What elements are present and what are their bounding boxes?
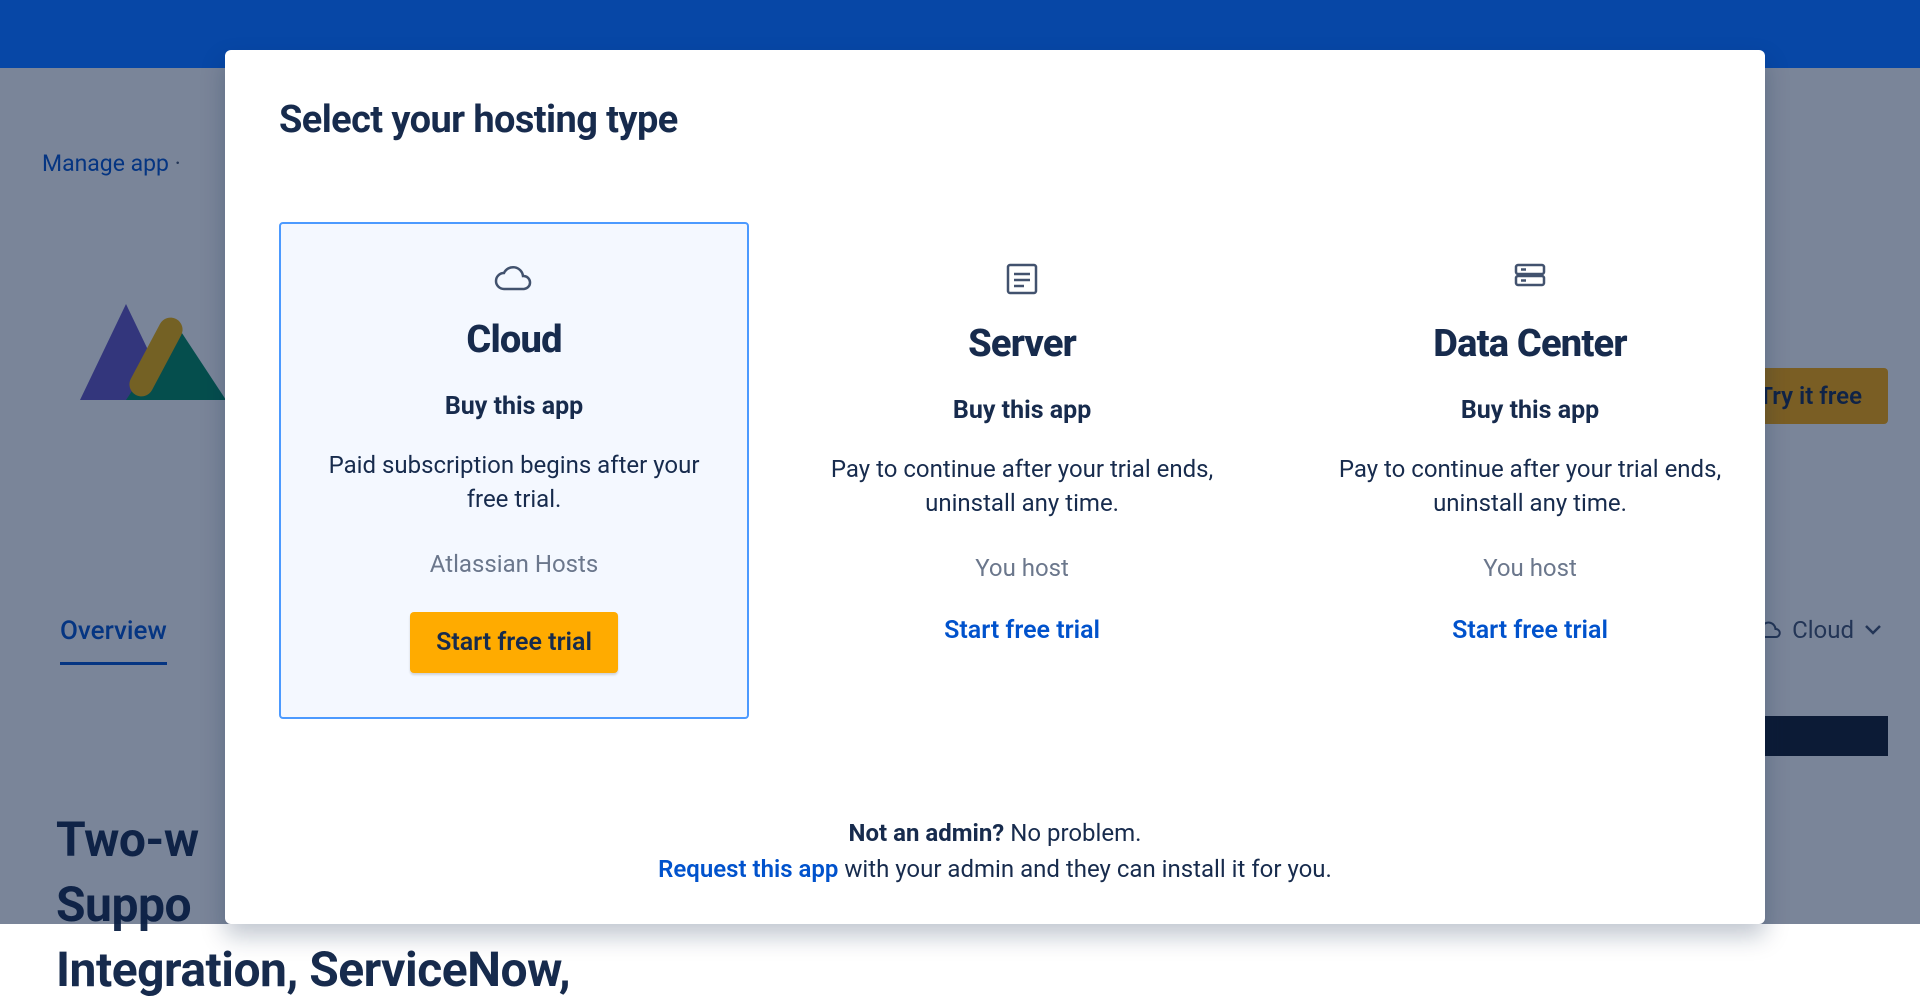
not-admin-label: Not an admin? (849, 819, 1005, 847)
modal-title: Select your hosting type (279, 98, 1765, 142)
not-admin-rest: No problem. (1004, 819, 1141, 847)
hosting-option-server[interactable]: Server Buy this app Pay to continue afte… (787, 222, 1257, 719)
hosting-option-data-center[interactable]: Data Center Buy this app Pay to continue… (1295, 222, 1765, 719)
option-host: You host (821, 554, 1223, 582)
option-desc: Pay to continue after your trial ends, u… (1329, 453, 1731, 520)
hosting-option-cloud[interactable]: Cloud Buy this app Paid subscription beg… (279, 222, 749, 719)
start-free-trial-button[interactable]: Start free trial (410, 612, 618, 673)
option-subhead: Buy this app (1329, 396, 1731, 425)
server-icon (821, 262, 1223, 300)
option-title: Server (821, 322, 1223, 366)
start-free-trial-link[interactable]: Start free trial (944, 616, 1100, 645)
option-desc: Paid subscription begins after your free… (315, 449, 713, 516)
hosting-options: Cloud Buy this app Paid subscription beg… (279, 222, 1765, 719)
start-free-trial-link[interactable]: Start free trial (1452, 616, 1608, 645)
option-host: Atlassian Hosts (315, 550, 713, 578)
option-desc: Pay to continue after your trial ends, u… (821, 453, 1223, 520)
option-title: Data Center (1329, 322, 1731, 366)
request-app-link[interactable]: Request this app (658, 855, 838, 883)
option-title: Cloud (315, 318, 713, 362)
option-subhead: Buy this app (821, 396, 1223, 425)
request-rest: with your admin and they can install it … (838, 855, 1331, 883)
headline-line-3: Integration, ServiceNow, (56, 938, 570, 1002)
hosting-modal: Select your hosting type Cloud Buy this … (225, 50, 1765, 924)
data-center-icon (1329, 262, 1731, 300)
option-host: You host (1329, 554, 1731, 582)
cloud-icon (315, 264, 713, 296)
option-subhead: Buy this app (315, 392, 713, 421)
admin-help-line: Not an admin? No problem. Request this a… (225, 819, 1765, 883)
